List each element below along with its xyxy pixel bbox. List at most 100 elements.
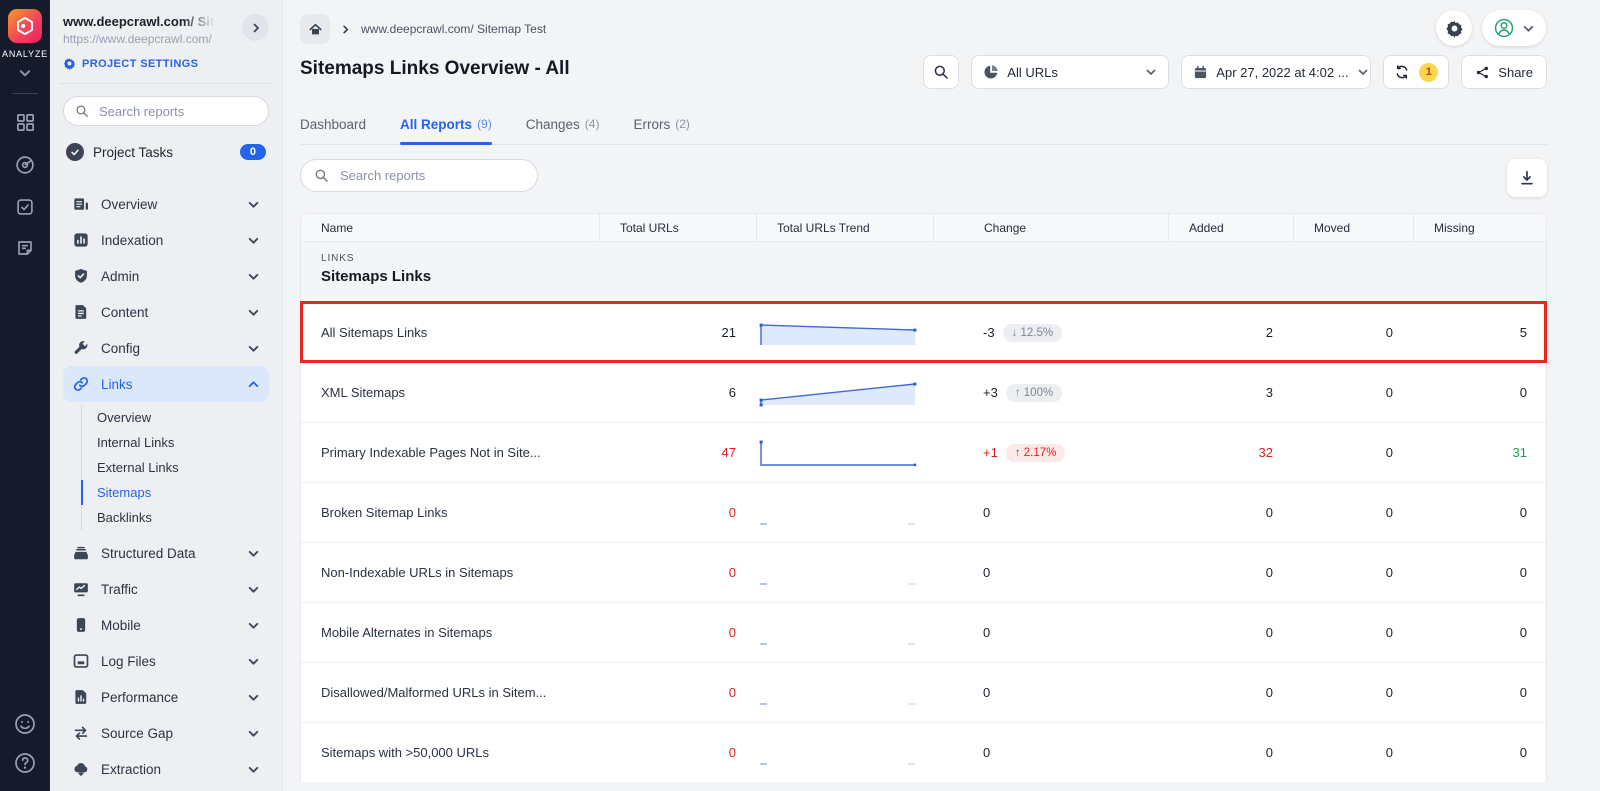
- moved-value: 0: [1293, 505, 1413, 520]
- gear-icon: [63, 57, 76, 70]
- moved-value: 0: [1293, 565, 1413, 580]
- home-button[interactable]: [300, 14, 330, 44]
- column-header-name[interactable]: Name: [301, 214, 599, 241]
- column-header-moved[interactable]: Moved: [1293, 214, 1413, 241]
- report-name[interactable]: Disallowed/Malformed URLs in Sitem...: [301, 685, 599, 700]
- feedback-smiley-icon[interactable]: [13, 712, 37, 736]
- column-header-missing[interactable]: Missing: [1413, 214, 1547, 241]
- added-value: 0: [1168, 745, 1293, 760]
- sidebar-item-content[interactable]: Content: [63, 294, 269, 330]
- table-row[interactable]: Non-Indexable URLs in Sitemaps00000: [301, 542, 1546, 602]
- total-urls-value: 0: [599, 565, 756, 580]
- sidebar-item-source-gap[interactable]: Source Gap: [63, 715, 269, 751]
- sidebar-subitem-overview[interactable]: Overview: [81, 405, 269, 430]
- report-name[interactable]: Sitemaps with >50,000 URLs: [301, 745, 599, 760]
- report-name[interactable]: Broken Sitemap Links: [301, 505, 599, 520]
- column-header-total-urls[interactable]: Total URLs: [599, 214, 756, 241]
- table-row[interactable]: Sitemaps with >50,000 URLs00000: [301, 722, 1546, 782]
- discover-icon[interactable]: [14, 154, 36, 176]
- rail-bottom-icons: [13, 712, 37, 775]
- sidebar-subitem-internal-links[interactable]: Internal Links: [81, 430, 269, 455]
- chevron-down-icon: [247, 619, 260, 632]
- sidebar-item-structured-data[interactable]: Structured Data: [63, 535, 269, 571]
- sidebar-item-admin[interactable]: Admin: [63, 258, 269, 294]
- avatar: [1493, 17, 1515, 39]
- tab-errors[interactable]: Errors(2): [633, 117, 689, 144]
- notes-icon[interactable]: [15, 238, 35, 258]
- sidebar-item-label: Admin: [101, 269, 139, 284]
- sidebar-subitem-sitemaps[interactable]: Sitemaps: [81, 480, 269, 505]
- column-header-total-urls-trend[interactable]: Total URLs Trend: [756, 214, 933, 241]
- sidebar-search[interactable]: [63, 96, 269, 126]
- tab-count: (9): [477, 117, 492, 132]
- crawl-date-select[interactable]: Apr 27, 2022 at 4:02 ...: [1181, 55, 1371, 89]
- tab-changes[interactable]: Changes(4): [526, 117, 600, 144]
- calendar-icon: [1193, 65, 1208, 80]
- sidebar-subitem-backlinks[interactable]: Backlinks: [81, 505, 269, 530]
- refresh-count-badge: 1: [1419, 63, 1438, 82]
- sidebar-item-performance[interactable]: Performance: [63, 679, 269, 715]
- sidebar-item-extraction[interactable]: Extraction: [63, 751, 269, 787]
- trend-sparkline: [758, 495, 920, 531]
- analyze-chevron-down-icon[interactable]: [18, 66, 32, 80]
- table-row[interactable]: XML Sitemaps6+3↑ 100%300: [301, 362, 1546, 422]
- share-button[interactable]: Share: [1461, 55, 1547, 89]
- report-name[interactable]: Non-Indexable URLs in Sitemaps: [301, 565, 599, 580]
- settings-button[interactable]: [1436, 10, 1472, 46]
- added-value: 32: [1168, 445, 1293, 460]
- table-row[interactable]: Primary Indexable Pages Not in Site...47…: [301, 422, 1546, 482]
- chevron-down-icon: [247, 342, 260, 355]
- breadcrumb-text[interactable]: www.deepcrawl.com/ Sitemap Test: [361, 22, 546, 36]
- url-segment-select[interactable]: All URLs: [971, 55, 1169, 89]
- sidebar-item-label: Config: [101, 341, 140, 356]
- tasks-icon[interactable]: [15, 197, 35, 217]
- tab-all-reports[interactable]: All Reports(9): [400, 117, 492, 144]
- url-segment-value: All URLs: [1007, 65, 1058, 80]
- change-cell: +1↑ 2.17%: [933, 444, 1168, 462]
- trend-sparkline: [758, 675, 920, 711]
- sidebar-search-input[interactable]: [97, 103, 257, 120]
- table-row[interactable]: Broken Sitemap Links00000: [301, 482, 1546, 542]
- refresh-button[interactable]: 1: [1383, 55, 1449, 89]
- report-name[interactable]: Primary Indexable Pages Not in Site...: [301, 445, 599, 460]
- sidebar-item-mobile[interactable]: Mobile: [63, 607, 269, 643]
- report-name[interactable]: All Sitemaps Links: [301, 325, 599, 340]
- report-search-button[interactable]: [923, 55, 959, 89]
- trend-sparkline: [758, 375, 920, 411]
- chevron-down-icon: [247, 270, 260, 283]
- change-cell: 0: [933, 625, 1168, 640]
- project-expand-button[interactable]: [242, 14, 269, 41]
- report-name[interactable]: Mobile Alternates in Sitemaps: [301, 625, 599, 640]
- project-tasks-label: Project Tasks: [93, 145, 173, 160]
- apps-grid-icon[interactable]: [15, 112, 36, 133]
- download-button[interactable]: [1507, 159, 1547, 197]
- source-gap-icon: [72, 724, 90, 742]
- project-tasks-item[interactable]: Project Tasks 0: [63, 143, 269, 161]
- table-row[interactable]: All Sitemaps Links21-3↓ 12.5%205: [301, 302, 1546, 362]
- moved-value: 0: [1293, 445, 1413, 460]
- report-name[interactable]: XML Sitemaps: [301, 385, 599, 400]
- sidebar-subitem-external-links[interactable]: External Links: [81, 455, 269, 480]
- tab-dashboard[interactable]: Dashboard: [300, 117, 366, 144]
- table-row[interactable]: Mobile Alternates in Sitemaps00000: [301, 602, 1546, 662]
- missing-value: 31: [1413, 445, 1547, 460]
- sidebar-item-links[interactable]: Links: [63, 366, 269, 402]
- deepcrawl-logo-icon[interactable]: [8, 9, 42, 43]
- account-menu[interactable]: [1482, 10, 1546, 46]
- help-icon[interactable]: [13, 751, 37, 775]
- sidebar-item-log-files[interactable]: Log Files: [63, 643, 269, 679]
- sidebar-item-config[interactable]: Config: [63, 330, 269, 366]
- change-value: +3: [983, 385, 998, 400]
- sidebar-item-label: Indexation: [101, 233, 163, 248]
- sidebar-item-indexation[interactable]: Indexation: [63, 222, 269, 258]
- sidebar-item-traffic[interactable]: Traffic: [63, 571, 269, 607]
- column-header-added[interactable]: Added: [1168, 214, 1293, 241]
- table-row[interactable]: Disallowed/Malformed URLs in Sitem...000…: [301, 662, 1546, 722]
- project-settings-link[interactable]: PROJECT SETTINGS: [63, 57, 269, 70]
- missing-value: 5: [1413, 325, 1547, 340]
- reports-search-input[interactable]: [338, 167, 524, 184]
- reports-search[interactable]: [300, 159, 538, 192]
- column-header-change[interactable]: Change: [933, 214, 1168, 241]
- sidebar-item-overview[interactable]: Overview: [63, 186, 269, 222]
- change-value: 0: [983, 625, 990, 640]
